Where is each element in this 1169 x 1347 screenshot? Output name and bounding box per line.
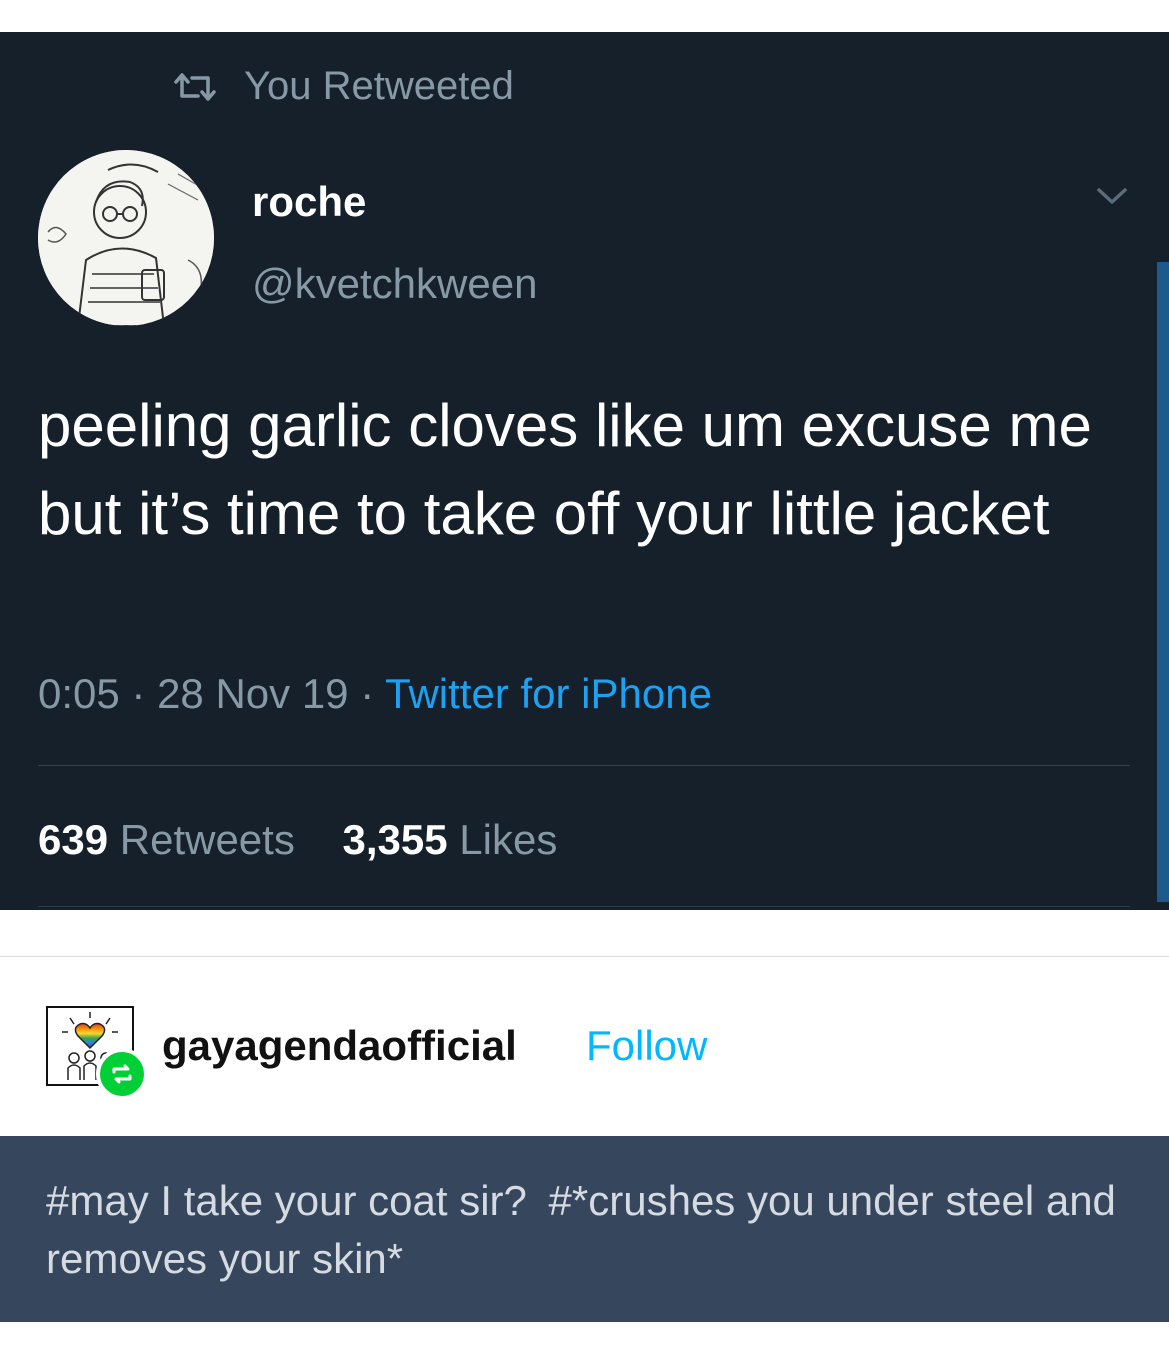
chevron-down-icon[interactable] bbox=[1095, 184, 1129, 208]
follow-button[interactable]: Follow bbox=[586, 1022, 707, 1070]
retweets-label: Retweets bbox=[119, 816, 295, 863]
tags-list: #may I take your coat sir? #*crushes you… bbox=[46, 1172, 1136, 1288]
reblog-header: gayagendaofficial Follow bbox=[0, 1000, 1169, 1110]
tweet-meta: 0:05 · 28 Nov 19 · Twitter for iPhone bbox=[38, 670, 712, 718]
tags-bar: #may I take your coat sir? #*crushes you… bbox=[0, 1136, 1169, 1322]
tweet-time: 0:05 bbox=[38, 670, 120, 717]
meta-separator: · bbox=[360, 670, 386, 717]
meta-separator: · bbox=[131, 670, 158, 717]
divider bbox=[38, 765, 1130, 766]
reblog-icon bbox=[112, 1064, 132, 1084]
likes-count: 3,355 bbox=[342, 816, 448, 863]
reblog-badge bbox=[96, 1048, 148, 1100]
display-name[interactable]: roche bbox=[252, 178, 366, 226]
retweet-context-label: You Retweeted bbox=[244, 64, 514, 108]
tag-link[interactable]: #may I take your coat sir? bbox=[46, 1177, 527, 1224]
likes-stat[interactable]: 3,355 Likes bbox=[343, 816, 558, 863]
user-handle[interactable]: @kvetchkween bbox=[252, 260, 537, 308]
retweets-stat[interactable]: 639 Retweets bbox=[38, 816, 307, 863]
avatar-drawing bbox=[38, 150, 214, 326]
likes-label: Likes bbox=[459, 816, 558, 863]
retweets-count: 639 bbox=[38, 816, 109, 863]
tweet-text: peeling garlic cloves like um excuse me … bbox=[38, 392, 1092, 547]
scroll-indicator bbox=[1157, 262, 1169, 902]
tweet-date: 28 Nov 19 bbox=[157, 670, 349, 717]
retweet-context: You Retweeted bbox=[172, 64, 514, 109]
divider bbox=[38, 906, 1130, 907]
tweet-stats: 639 Retweets 3,355 Likes bbox=[38, 816, 593, 864]
blog-name[interactable]: gayagendaofficial bbox=[162, 1022, 517, 1070]
avatar[interactable] bbox=[38, 150, 214, 326]
tweet-card: You Retweeted roche @kvetchkween peeling… bbox=[0, 32, 1169, 910]
tweet-source-link[interactable]: Twitter for iPhone bbox=[385, 670, 712, 717]
post-separator bbox=[0, 956, 1169, 957]
retweet-icon bbox=[174, 72, 216, 101]
